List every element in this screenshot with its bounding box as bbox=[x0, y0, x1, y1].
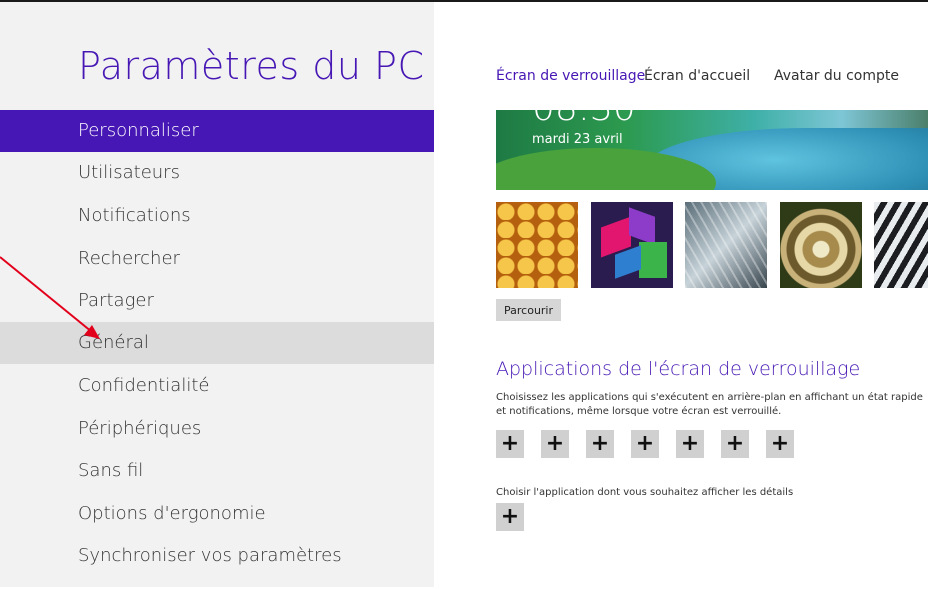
tab-start-screen[interactable]: Écran d'accueil bbox=[644, 68, 750, 84]
add-lock-app-button[interactable]: + bbox=[766, 430, 794, 458]
wallpaper-thumb-tunnel[interactable] bbox=[685, 202, 767, 288]
settings-sidebar: Paramètres du PC Personnaliser Utilisate… bbox=[0, 2, 434, 587]
add-lock-app-button[interactable]: + bbox=[496, 430, 524, 458]
sidebar-item-general[interactable]: Général bbox=[0, 322, 434, 364]
browse-button[interactable]: Parcourir bbox=[496, 299, 562, 321]
sidebar-title: Paramètres du PC bbox=[78, 44, 425, 88]
sidebar-item-personnaliser[interactable]: Personnaliser bbox=[0, 110, 434, 152]
tab-lock-screen[interactable]: Écran de verrouillage bbox=[496, 68, 645, 84]
add-lock-app-button[interactable]: + bbox=[676, 430, 704, 458]
lock-screen-preview: 08:30 mardi 23 avril bbox=[496, 110, 928, 190]
add-lock-app-button[interactable]: + bbox=[541, 430, 569, 458]
sidebar-item-rechercher[interactable]: Rechercher bbox=[0, 238, 434, 280]
wallpaper-thumb-piano[interactable] bbox=[874, 202, 928, 288]
lock-apps-description: Choisissez les applications qui s'exécut… bbox=[496, 392, 923, 417]
sidebar-item-confidentialite[interactable]: Confidentialité bbox=[0, 365, 434, 407]
sidebar-item-utilisateurs[interactable]: Utilisateurs bbox=[0, 152, 434, 194]
sidebar-item-partager[interactable]: Partager bbox=[0, 280, 434, 322]
main-content: Écran de verrouillage Écran d'accueil Av… bbox=[434, 2, 928, 587]
sidebar-item-ergonomie[interactable]: Options d'ergonomie bbox=[0, 493, 434, 535]
wallpaper-thumb-nautilus[interactable] bbox=[780, 202, 862, 288]
tab-account-avatar[interactable]: Avatar du compte bbox=[774, 68, 899, 84]
sidebar-item-notifications[interactable]: Notifications bbox=[0, 195, 434, 237]
add-detail-app-button[interactable]: + bbox=[496, 503, 524, 531]
lock-apps-section-title: Applications de l'écran de verrouillage bbox=[496, 358, 861, 380]
sidebar-item-synchroniser[interactable]: Synchroniser vos paramètres bbox=[0, 535, 434, 577]
add-lock-app-button[interactable]: + bbox=[631, 430, 659, 458]
lock-date: mardi 23 avril bbox=[532, 132, 623, 147]
add-lock-app-button[interactable]: + bbox=[586, 430, 614, 458]
sidebar-item-peripheriques[interactable]: Périphériques bbox=[0, 408, 434, 450]
add-lock-app-button[interactable]: + bbox=[721, 430, 749, 458]
wallpaper-thumb-honeycomb[interactable] bbox=[496, 202, 578, 288]
sidebar-item-sans-fil[interactable]: Sans fil bbox=[0, 450, 434, 492]
lock-time: 08:30 bbox=[532, 110, 636, 129]
detail-app-label: Choisir l'application dont vous souhaite… bbox=[496, 487, 794, 498]
wallpaper-thumb-cubes[interactable] bbox=[591, 202, 673, 288]
